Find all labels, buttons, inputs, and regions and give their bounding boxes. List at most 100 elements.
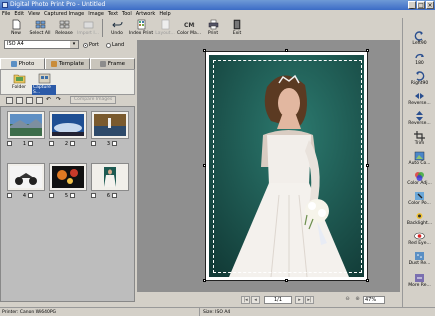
dust-removal-button[interactable]: Dust Re...: [403, 250, 435, 270]
thumbnail-item[interactable]: 6: [91, 163, 129, 199]
close-button[interactable]: ×: [426, 1, 434, 9]
rotate180-button[interactable]: 180: [403, 50, 435, 70]
release-button[interactable]: Release: [52, 18, 76, 39]
menu-tool[interactable]: Tool: [122, 11, 132, 17]
resize-handle[interactable]: [285, 279, 288, 282]
thumbnail-checkbox[interactable]: [70, 193, 75, 198]
thumbnail-info-icon[interactable]: [7, 193, 12, 198]
thumbnail-info-icon[interactable]: [91, 141, 96, 146]
import-button[interactable]: Import I...: [76, 18, 100, 39]
resize-handle[interactable]: [366, 49, 369, 52]
menu-captured-image[interactable]: Captured Image: [44, 11, 84, 17]
folder-item[interactable]: Folder: [7, 72, 31, 90]
capture-sheet-label: Capture S...: [32, 85, 56, 95]
preview-canvas[interactable]: [137, 40, 400, 292]
undo-button[interactable]: Undo: [105, 18, 129, 39]
capture-sheet-item[interactable]: Capture S...: [32, 72, 56, 95]
orientation-portrait-radio[interactable]: Port: [83, 42, 99, 48]
resize-handle[interactable]: [366, 279, 369, 282]
rotate-right-small-icon[interactable]: ↷: [56, 96, 63, 104]
thumbnail-checkbox[interactable]: [112, 193, 117, 198]
thumbnail-info-icon[interactable]: [49, 141, 54, 146]
red-eye-button[interactable]: Red Eye...: [403, 230, 435, 250]
thumbnail-item[interactable]: 1: [7, 111, 45, 147]
view-medium-icon[interactable]: [16, 96, 23, 104]
menu-view[interactable]: View: [28, 11, 40, 17]
paper-size-select[interactable]: ISO A4 ▾: [4, 40, 79, 49]
index-print-button[interactable]: Index Print: [129, 18, 153, 39]
page-indicator[interactable]: 1/1: [264, 295, 292, 304]
thumbnail-item[interactable]: 2: [49, 111, 87, 147]
dust-removal-icon: [415, 252, 424, 260]
chevron-down-icon[interactable]: ▾: [70, 41, 78, 48]
print-button[interactable]: Print: [201, 18, 225, 39]
thumbnail-item[interactable]: 5: [49, 163, 87, 199]
thumbnail-frame: [7, 163, 45, 191]
trim-icon: [414, 131, 425, 141]
thumbnail-info-icon[interactable]: [7, 141, 12, 146]
view-list-icon[interactable]: [36, 96, 43, 104]
layout-button[interactable]: Layout...: [153, 18, 177, 39]
first-page-icon[interactable]: |◂: [241, 295, 250, 304]
right90-button[interactable]: Right90: [403, 70, 435, 90]
thumbnail-info-icon[interactable]: [91, 193, 96, 198]
reverse-horizontal-button[interactable]: Reverse...: [403, 90, 435, 110]
thumbnail-number: 6: [106, 192, 110, 199]
zoom-in-icon[interactable]: ⊕: [353, 296, 362, 304]
color-point-button[interactable]: Color Po...: [403, 190, 435, 210]
last-page-icon[interactable]: ▸|: [305, 295, 314, 304]
menu-edit[interactable]: Edit: [14, 11, 24, 17]
minimize-button[interactable]: _: [408, 1, 416, 9]
trim-button[interactable]: Trim: [403, 130, 435, 150]
page-navigation-bar: |◂ ◂ 1/1 ▸ ▸| ⊖ ⊕ 47%: [137, 292, 400, 307]
backlight-button[interactable]: Backlight...: [403, 210, 435, 230]
tab-photo-label: Photo: [18, 61, 35, 67]
tab-photo[interactable]: Photo: [0, 58, 45, 69]
reverse-vertical-button[interactable]: Reverse...: [403, 110, 435, 130]
menu-file[interactable]: File: [2, 11, 10, 17]
thumbnail-checkbox[interactable]: [28, 141, 33, 146]
menu-help[interactable]: Help: [159, 11, 170, 17]
maximize-button[interactable]: □: [417, 1, 425, 9]
menu-artwork[interactable]: Artwork: [136, 11, 156, 17]
left90-button[interactable]: Left90: [403, 30, 435, 50]
rotate-left-small-icon[interactable]: ↶: [46, 96, 53, 104]
tab-template[interactable]: Template: [45, 58, 90, 69]
auto-correct-button[interactable]: Auto Co...: [403, 150, 435, 170]
radio-unselected-icon: [106, 42, 111, 48]
thumbnail-item[interactable]: 3: [91, 111, 129, 147]
color-adjust-button[interactable]: Color Adj...: [403, 170, 435, 190]
resize-handle[interactable]: [203, 49, 206, 52]
tab-frame[interactable]: Frame: [90, 58, 135, 69]
next-page-icon[interactable]: ▸: [295, 295, 304, 304]
import-icon: [83, 21, 93, 29]
zoom-select[interactable]: 47%: [363, 295, 385, 304]
landscape-label: Land: [112, 42, 125, 48]
layout-label: Layout...: [155, 31, 175, 36]
thumbnail-item[interactable]: 4: [7, 163, 45, 199]
select-all-button[interactable]: Select All: [28, 18, 52, 39]
compare-images-button[interactable]: Compare Images: [70, 96, 117, 104]
more-button[interactable]: More Re...: [403, 272, 435, 292]
view-small-icon[interactable]: [26, 96, 33, 104]
thumbnail-info-icon[interactable]: [49, 193, 54, 198]
trim-label: Trim: [414, 141, 425, 146]
resize-handle[interactable]: [203, 279, 206, 282]
zoom-out-icon[interactable]: ⊖: [343, 296, 352, 304]
print-icon: [208, 19, 218, 30]
resize-handle[interactable]: [366, 164, 369, 167]
reverse-horizontal-icon: [415, 93, 424, 99]
thumbnail-checkbox[interactable]: [70, 141, 75, 146]
resize-handle[interactable]: [285, 49, 288, 52]
thumbnail-checkbox[interactable]: [28, 193, 33, 198]
menu-text[interactable]: Text: [108, 11, 118, 17]
menu-image[interactable]: Image: [88, 11, 104, 17]
color-management-button[interactable]: CMS Color Ma...: [177, 18, 201, 39]
new-button[interactable]: New: [4, 18, 28, 39]
orientation-landscape-radio[interactable]: Land: [106, 42, 124, 48]
resize-handle[interactable]: [203, 164, 206, 167]
view-large-icon[interactable]: [6, 96, 13, 104]
thumbnail-checkbox[interactable]: [112, 141, 117, 146]
exit-button[interactable]: Exit: [225, 18, 249, 39]
previous-page-icon[interactable]: ◂: [251, 295, 260, 304]
